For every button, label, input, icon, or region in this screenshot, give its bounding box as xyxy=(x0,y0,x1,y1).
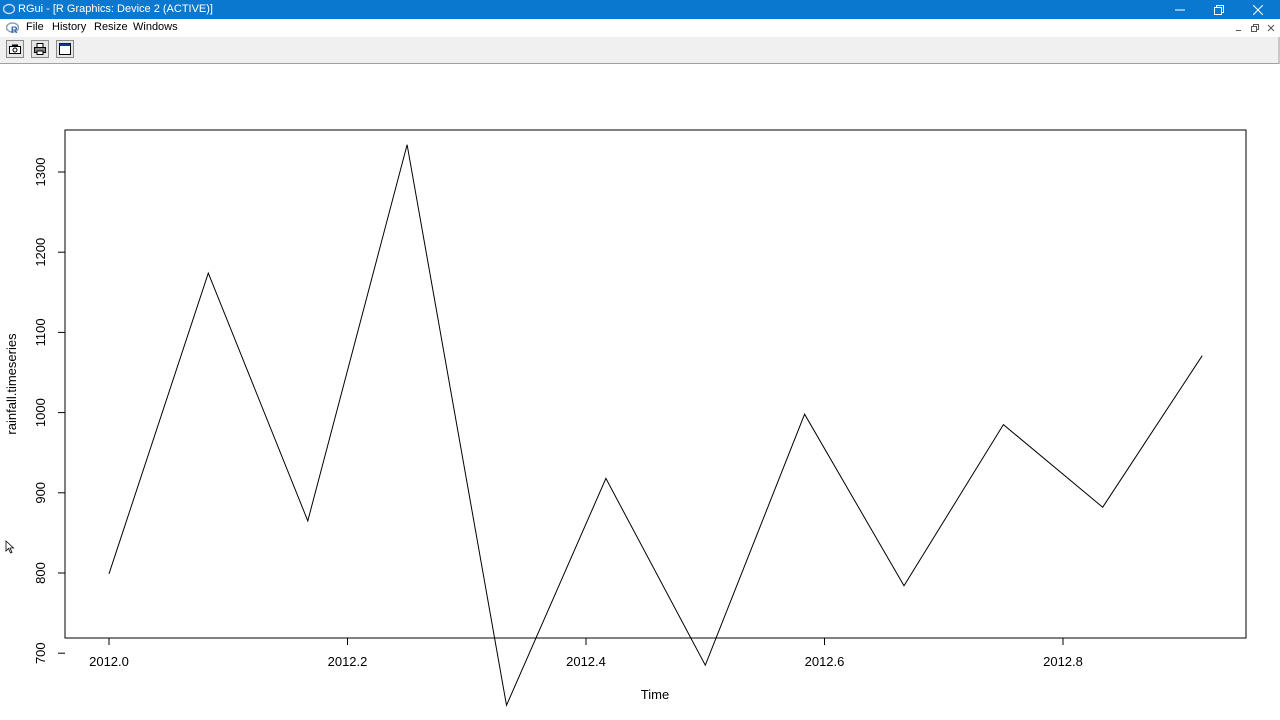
restore-button[interactable] xyxy=(1200,0,1238,19)
y-axis-label: rainfall.timeseries xyxy=(4,333,19,435)
print-button[interactable] xyxy=(31,40,49,58)
y-axis: 700 800 900 1000 1100 1200 1300 xyxy=(33,158,65,664)
y-tick-label: 900 xyxy=(33,482,48,504)
close-icon xyxy=(1253,4,1263,15)
window-button[interactable] xyxy=(56,40,74,58)
r-logo-icon[interactable]: R xyxy=(6,22,19,34)
plot-device: 2012.0 2012.2 2012.4 2012.6 2012.8 700 800 900… xyxy=(0,64,1280,720)
window-titlebar[interactable]: RGui - [R Graphics: Device 2 (ACTIVE)] xyxy=(0,0,1280,19)
x-tick-label: 2012.4 xyxy=(566,654,606,669)
minimize-button[interactable] xyxy=(1161,0,1199,19)
close-button[interactable] xyxy=(1239,0,1277,19)
y-tick-label: 1100 xyxy=(33,318,48,346)
menubar: R File History Resize Windows xyxy=(0,19,1280,37)
plot-box xyxy=(64,129,1247,639)
x-axis: 2012.0 2012.2 2012.4 2012.6 2012.8 xyxy=(89,638,1083,669)
print-icon xyxy=(34,43,46,55)
x-tick-label: 2012.8 xyxy=(1043,654,1083,669)
child-close-button[interactable] xyxy=(1264,21,1278,35)
x-tick-label: 2012.6 xyxy=(805,654,845,669)
menu-history[interactable]: History xyxy=(49,21,89,33)
minimize-icon xyxy=(1175,9,1185,10)
menu-windows[interactable]: Windows xyxy=(130,21,181,33)
child-restore-button[interactable] xyxy=(1248,21,1262,35)
menu-file[interactable]: File xyxy=(23,21,47,33)
time-series-plot: 2012.0 2012.2 2012.4 2012.6 2012.8 700 800 900… xyxy=(4,129,1247,708)
x-tick-label: 2012.2 xyxy=(328,654,368,669)
y-tick-label: 1300 xyxy=(33,158,48,187)
restore-icon xyxy=(1251,24,1259,32)
x-axis-label: Time xyxy=(641,687,669,702)
y-tick-label: 1200 xyxy=(33,238,48,267)
copy-metafile-icon xyxy=(9,44,21,54)
mouse-cursor-icon xyxy=(5,540,15,554)
menu-resize[interactable]: Resize xyxy=(91,21,131,33)
y-tick-label: 1000 xyxy=(33,398,48,427)
close-icon xyxy=(1267,24,1275,32)
svg-text:R: R xyxy=(11,25,18,34)
series-line xyxy=(108,144,1203,708)
toolbar xyxy=(0,37,1280,64)
copy-metafile-button[interactable] xyxy=(6,40,24,58)
x-tick-label: 2012.0 xyxy=(89,654,129,669)
y-tick-label: 800 xyxy=(33,562,48,584)
window-title: RGui - [R Graphics: Device 2 (ACTIVE)] xyxy=(18,3,213,15)
minimize-icon xyxy=(1236,30,1241,31)
child-minimize-button[interactable] xyxy=(1232,21,1246,35)
r-logo-icon xyxy=(3,3,15,15)
restore-icon xyxy=(1214,4,1224,15)
window-icon xyxy=(59,43,71,55)
y-tick-label: 700 xyxy=(33,642,48,664)
